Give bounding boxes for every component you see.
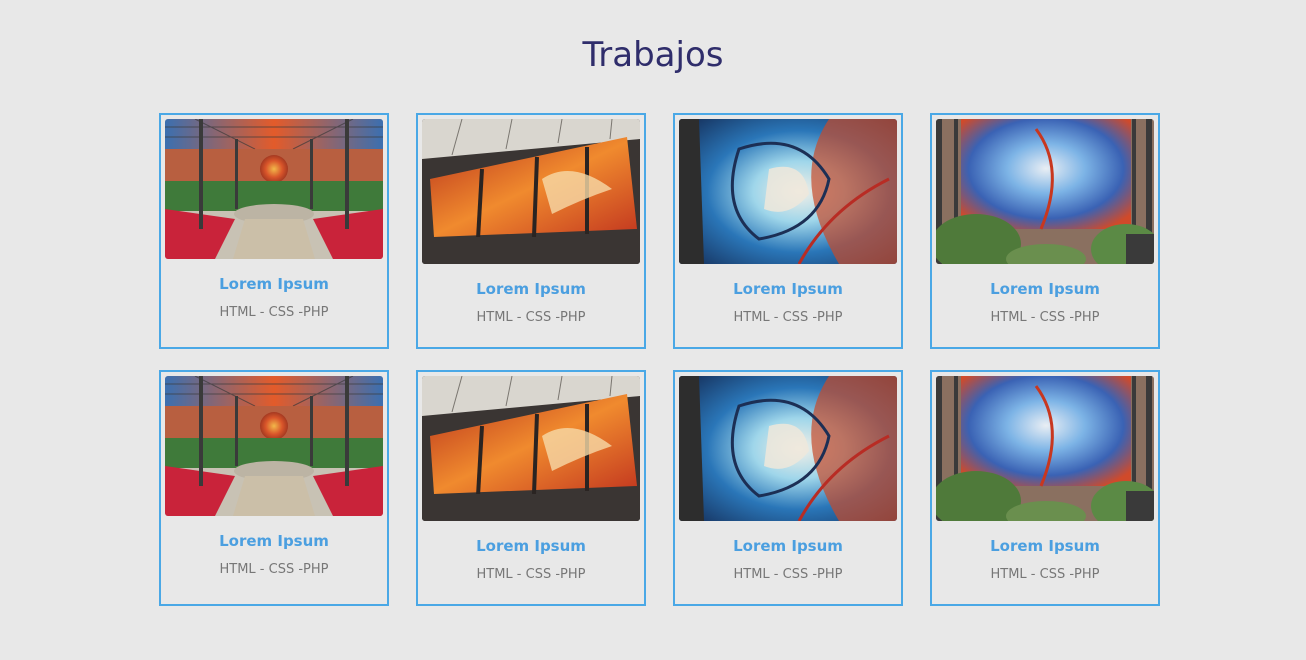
blue-swirl-stained-glass-image [679, 376, 897, 521]
work-card[interactable]: Lorem Ipsum HTML - CSS -PHP [930, 113, 1160, 349]
work-card[interactable]: Lorem Ipsum HTML - CSS -PHP [673, 370, 903, 606]
work-title[interactable]: Lorem Ipsum [422, 280, 640, 298]
work-card[interactable]: Lorem Ipsum HTML - CSS -PHP [159, 113, 389, 349]
red-stained-glass-image [422, 119, 640, 264]
work-tags: HTML - CSS -PHP [219, 562, 329, 577]
work-title[interactable]: Lorem Ipsum [936, 280, 1154, 298]
work-tags: HTML - CSS -PHP [733, 567, 843, 582]
blue-mural-plants-image [936, 376, 1154, 521]
work-tags: HTML - CSS -PHP [219, 305, 329, 320]
work-tags: HTML - CSS -PHP [733, 310, 843, 325]
work-title[interactable]: Lorem Ipsum [422, 537, 640, 555]
greenhouse-garden-image [165, 119, 383, 259]
work-title[interactable]: Lorem Ipsum [679, 537, 897, 555]
work-title[interactable]: Lorem Ipsum [679, 280, 897, 298]
work-card[interactable]: Lorem Ipsum HTML - CSS -PHP [416, 113, 646, 349]
work-tags: HTML - CSS -PHP [476, 567, 586, 582]
work-tags: HTML - CSS -PHP [476, 310, 586, 325]
work-title[interactable]: Lorem Ipsum [165, 275, 383, 293]
work-card[interactable]: Lorem Ipsum HTML - CSS -PHP [159, 370, 389, 606]
blue-mural-plants-image [936, 119, 1154, 264]
work-card[interactable]: Lorem Ipsum HTML - CSS -PHP [416, 370, 646, 606]
red-stained-glass-image [422, 376, 640, 521]
blue-swirl-stained-glass-image [679, 119, 897, 264]
portfolio-page: Trabajos Lorem Ipsum HTML - CSS -PHP Lor… [0, 0, 1306, 660]
work-title[interactable]: Lorem Ipsum [936, 537, 1154, 555]
work-card[interactable]: Lorem Ipsum HTML - CSS -PHP [673, 113, 903, 349]
greenhouse-garden-image [165, 376, 383, 516]
page-title: Trabajos [582, 35, 724, 75]
work-tags: HTML - CSS -PHP [990, 567, 1100, 582]
work-title[interactable]: Lorem Ipsum [165, 532, 383, 550]
work-card[interactable]: Lorem Ipsum HTML - CSS -PHP [930, 370, 1160, 606]
works-grid: Lorem Ipsum HTML - CSS -PHP Lorem Ipsum … [159, 113, 1160, 606]
work-tags: HTML - CSS -PHP [990, 310, 1100, 325]
